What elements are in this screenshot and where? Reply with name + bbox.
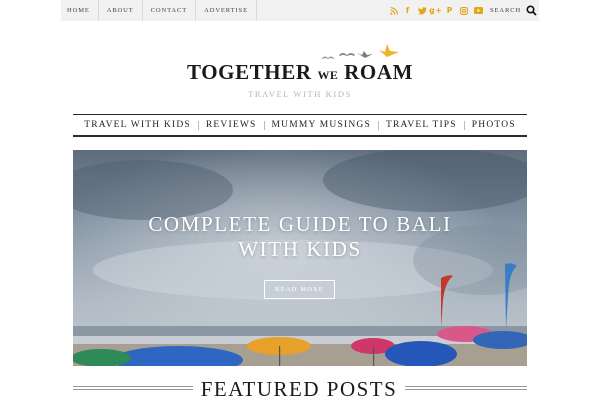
read-more-button[interactable]: READ MORE	[264, 280, 335, 299]
hero-title-line: WITH KIDS	[238, 237, 362, 261]
nav-reviews[interactable]: REVIEWS	[199, 115, 264, 135]
instagram-icon[interactable]	[457, 0, 471, 21]
nav-photos[interactable]: PHOTOS	[465, 115, 523, 135]
top-nav: HOME ABOUT CONTACT ADVERTISE	[61, 0, 257, 21]
main-nav: TRAVEL WITH KIDS REVIEWS MUMMY MUSINGS T…	[73, 114, 527, 137]
google-plus-icon[interactable]: g+	[429, 0, 443, 21]
rss-icon[interactable]	[387, 0, 401, 21]
facebook-icon[interactable]: f	[401, 0, 415, 21]
top-nav-home[interactable]: HOME	[61, 0, 98, 21]
logo-word-1: TOGETHER	[186, 60, 312, 84]
search-label[interactable]: SEARCH	[490, 0, 521, 21]
logo-word-3: ROAM	[344, 60, 414, 84]
top-nav-advertise[interactable]: ADVERTISE	[196, 0, 256, 21]
twitter-icon[interactable]	[415, 0, 429, 21]
nav-travel-with-kids[interactable]: TRAVEL WITH KIDS	[77, 115, 198, 135]
featured-posts-title: FEATURED POSTS	[200, 377, 398, 401]
top-nav-contact[interactable]: CONTACT	[143, 0, 195, 21]
divider	[405, 386, 527, 390]
search-icon[interactable]	[526, 5, 537, 16]
hero-title-line: COMPLETE GUIDE TO BALI	[148, 212, 452, 236]
divider	[255, 0, 257, 21]
divider	[73, 386, 193, 390]
top-nav-about[interactable]: ABOUT	[99, 0, 142, 21]
pinterest-icon[interactable]: P	[443, 0, 457, 21]
site-logo[interactable]: TOGETHER WE ROAM TRAVEL WITH KIDS	[0, 40, 600, 104]
nav-travel-tips[interactable]: TRAVEL TIPS	[379, 115, 464, 135]
hero-slide[interactable]: COMPLETE GUIDE TO BALI WITH KIDS READ MO…	[73, 150, 527, 366]
site-tagline: TRAVEL WITH KIDS	[248, 89, 352, 99]
social-links: f g+ P	[387, 0, 485, 21]
logo-title: TOGETHER WE ROAM	[0, 60, 600, 85]
featured-posts-header: FEATURED POSTS	[73, 377, 527, 401]
hero-title[interactable]: COMPLETE GUIDE TO BALI WITH KIDS	[73, 212, 527, 262]
nav-mummy-musings[interactable]: MUMMY MUSINGS	[265, 115, 378, 135]
top-bar: HOME ABOUT CONTACT ADVERTISE f g+ P SEAR…	[61, 0, 539, 21]
logo-word-2: WE	[317, 68, 339, 82]
youtube-icon[interactable]	[471, 0, 485, 21]
